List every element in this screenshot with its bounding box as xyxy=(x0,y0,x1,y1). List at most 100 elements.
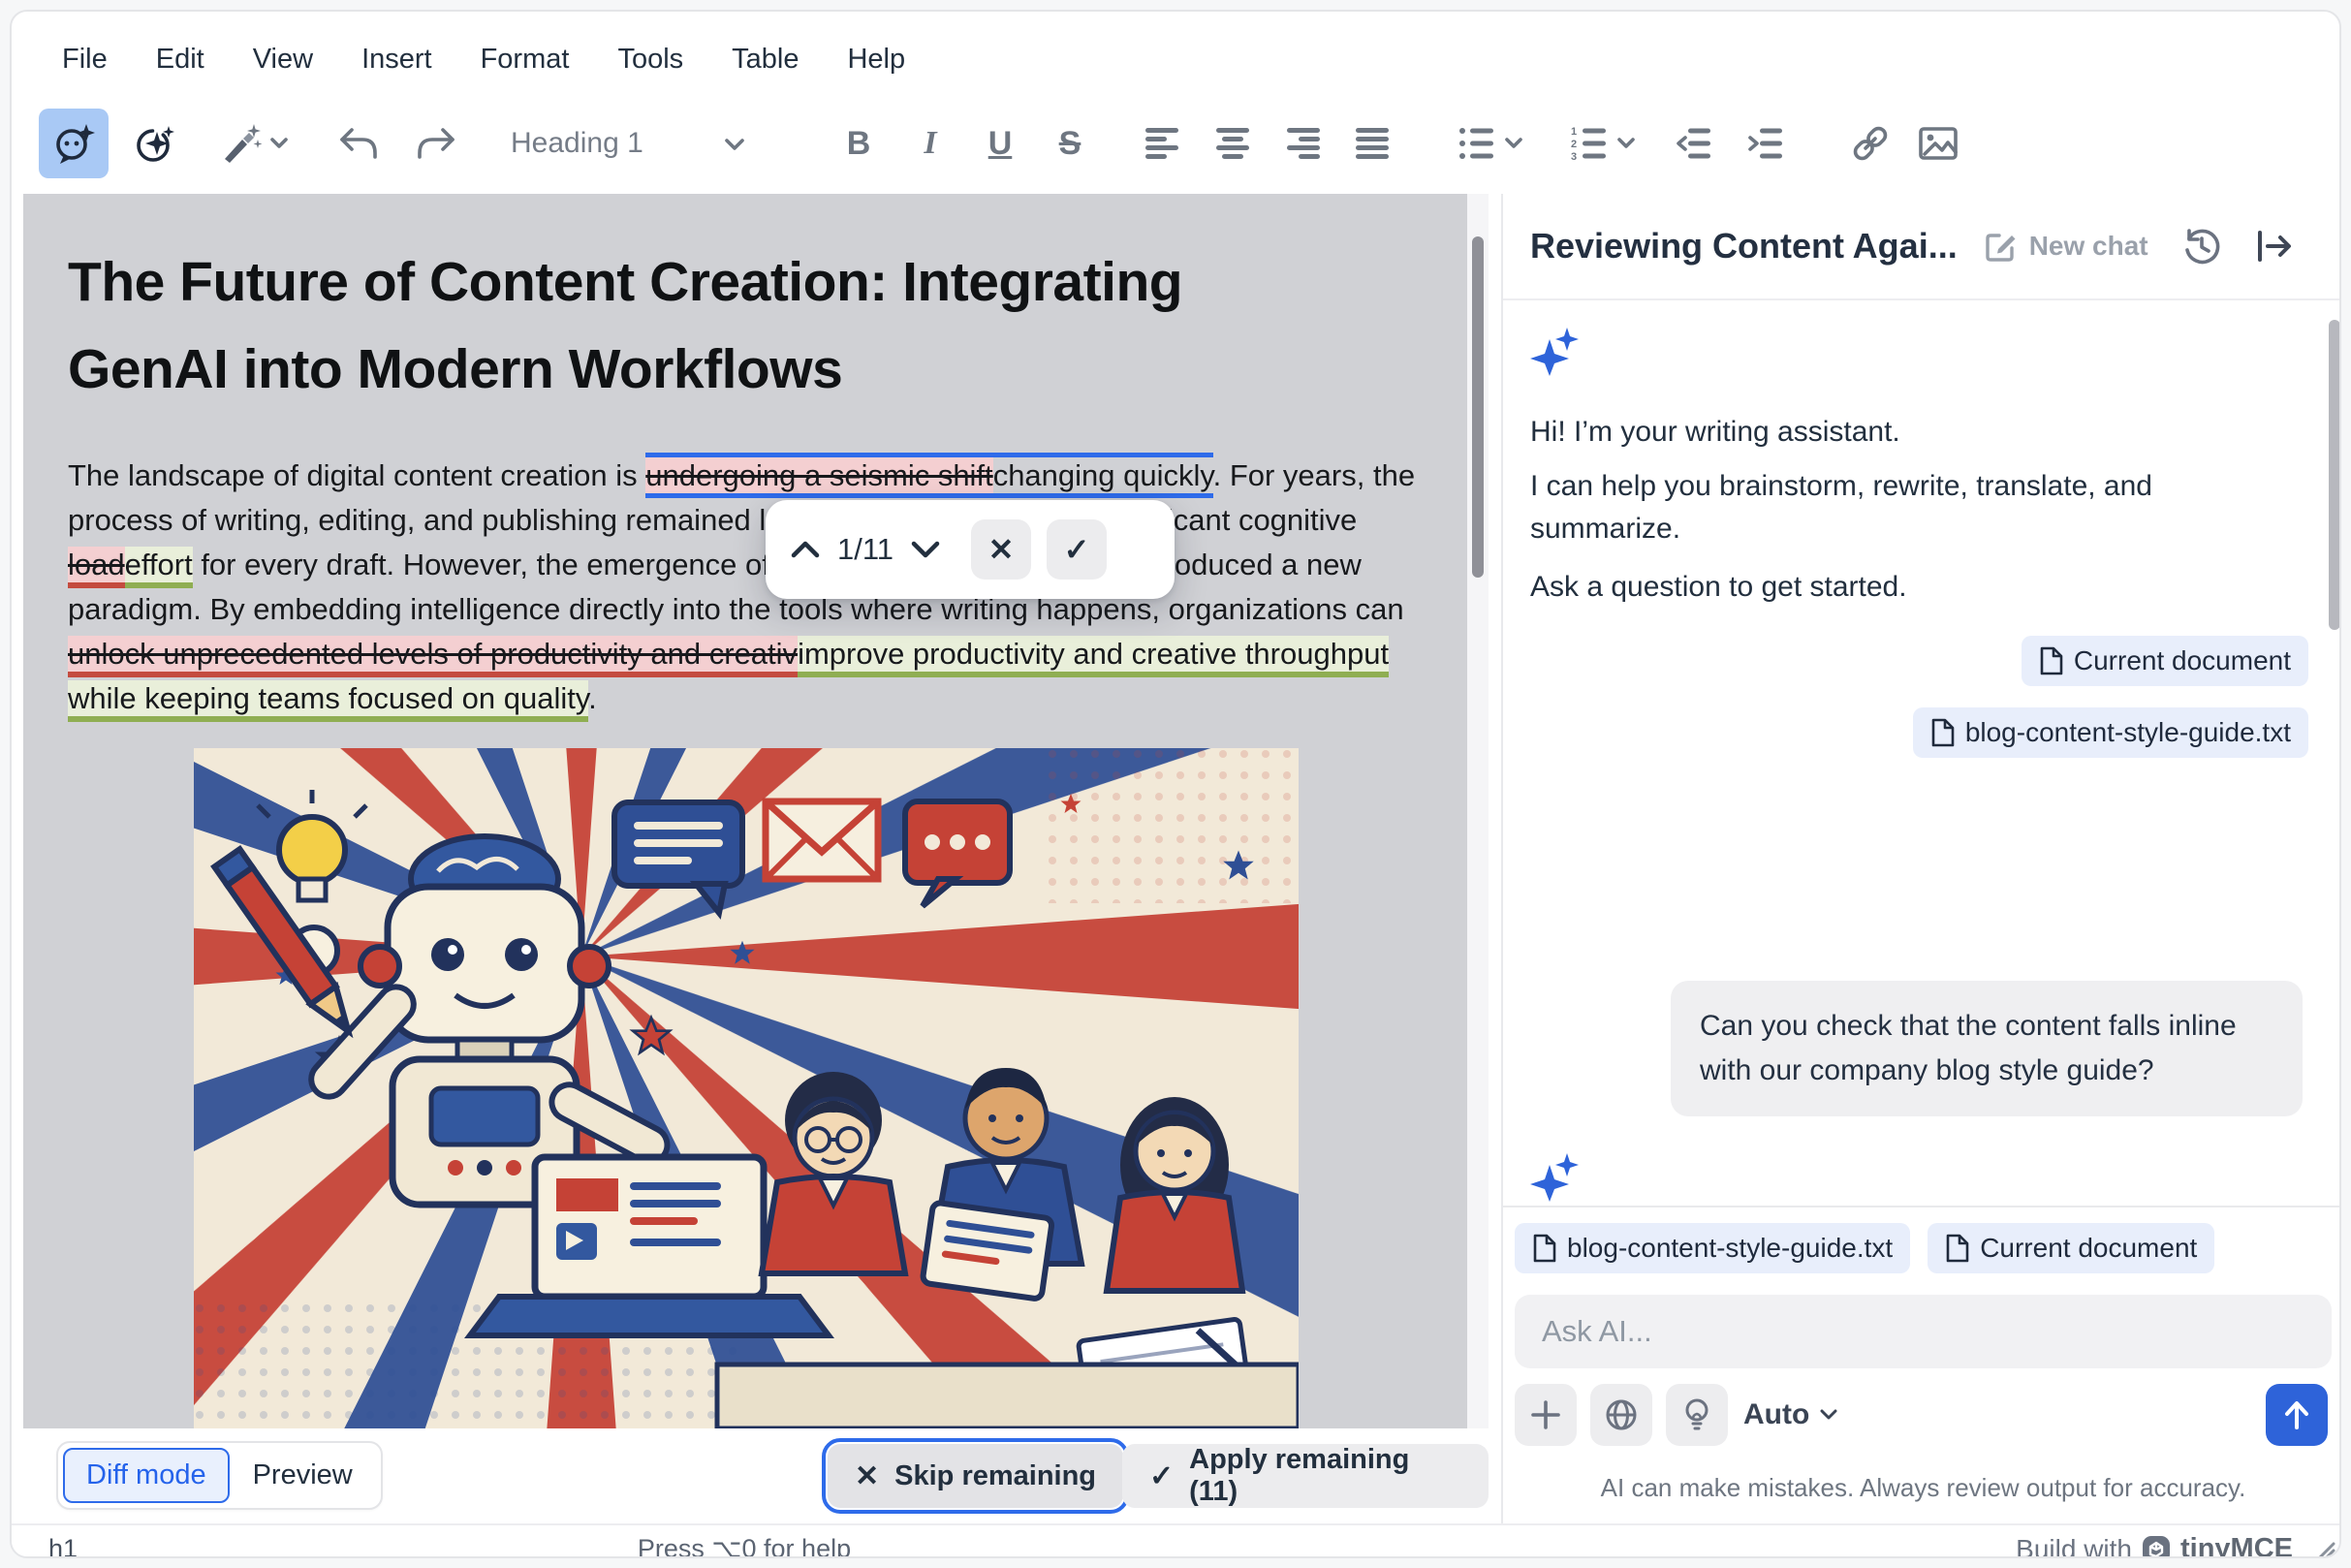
align-justify-button[interactable] xyxy=(1337,109,1407,178)
web-search-button[interactable] xyxy=(1590,1384,1652,1446)
context-chip-current-document[interactable]: Current document xyxy=(2022,636,2308,686)
diff-segment[interactable]: effort xyxy=(125,547,193,588)
diff-segment[interactable]: undergoing a seismic shift xyxy=(645,453,992,498)
skip-remaining-button[interactable]: ✕ Skip remaining xyxy=(828,1444,1123,1508)
redo-button[interactable] xyxy=(401,109,471,178)
view-mode-toggle: Diff mode Preview xyxy=(56,1441,383,1510)
check-icon: ✓ xyxy=(1149,1459,1174,1493)
conversation-title: Reviewing Content Agai... xyxy=(1530,226,1958,267)
align-left-icon xyxy=(1144,124,1182,163)
diff-segment[interactable]: changing quickly xyxy=(993,453,1213,498)
image-icon xyxy=(1917,122,1959,165)
document-title[interactable]: The Future of Content Creation: Integrat… xyxy=(68,238,1182,413)
document-title-line1: The Future of Content Creation: Integrat… xyxy=(68,238,1182,326)
branding[interactable]: Build with tinyMCE xyxy=(2016,1533,2293,1558)
new-chat-label: New chat xyxy=(2029,231,2148,262)
ask-ai-input[interactable] xyxy=(1515,1295,2332,1368)
reject-diff-button[interactable]: ✕ xyxy=(971,519,1031,580)
menu-help[interactable]: Help xyxy=(831,36,921,83)
svg-text:3: 3 xyxy=(1571,151,1577,163)
chip-label: Current document xyxy=(2074,645,2291,676)
undo-button[interactable] xyxy=(324,109,393,178)
mode-select[interactable]: Auto xyxy=(1743,1384,1838,1446)
previous-diff-button[interactable] xyxy=(789,539,822,560)
block-format-select[interactable]: Heading 1 xyxy=(501,109,755,178)
help-shortcut-text: Press ⌥0 for help xyxy=(12,1534,1477,1558)
new-chat-button[interactable]: New chat xyxy=(1983,228,2148,265)
document-title-line2: GenAI into Modern Workflows xyxy=(68,326,1182,413)
bold-icon: B xyxy=(847,125,871,163)
chat-input-panel: blog-content-style-guide.txt Current doc… xyxy=(1503,1206,2341,1523)
input-chip-current-document[interactable]: Current document xyxy=(1928,1223,2214,1273)
format-with-ai-button[interactable] xyxy=(202,109,304,178)
numbered-list-button[interactable]: 1 2 3 xyxy=(1552,109,1653,178)
redo-icon xyxy=(414,122,458,165)
menu-edit[interactable]: Edit xyxy=(141,36,220,83)
menu-table[interactable]: Table xyxy=(716,36,814,83)
send-button[interactable] xyxy=(2266,1384,2328,1446)
check-icon: ✓ xyxy=(1064,531,1090,568)
link-button[interactable] xyxy=(1835,109,1905,178)
menubar: File Edit View Insert Format Tools Table… xyxy=(47,33,921,85)
diff-mode-button[interactable]: Diff mode xyxy=(63,1448,230,1503)
sidebar-scrollbar-thumb[interactable] xyxy=(2329,320,2340,630)
context-chip-style-guide[interactable]: blog-content-style-guide.txt xyxy=(1913,707,2308,758)
italic-button[interactable]: I xyxy=(895,109,965,178)
mode-label: Auto xyxy=(1743,1398,1809,1431)
menu-insert[interactable]: Insert xyxy=(346,36,448,83)
block-format-label: Heading 1 xyxy=(511,127,643,160)
paragraph-text: . xyxy=(588,681,597,715)
collapse-sidebar-button[interactable] xyxy=(2253,229,2294,264)
bullet-list-button[interactable] xyxy=(1440,109,1541,178)
outdent-button[interactable] xyxy=(1659,109,1729,178)
preview-button[interactable]: Preview xyxy=(230,1450,376,1501)
chevron-down-icon xyxy=(1819,1408,1838,1422)
numbered-list-icon: 1 2 3 xyxy=(1570,124,1609,163)
strikethrough-button[interactable]: S xyxy=(1035,109,1105,178)
ai-assistant-button[interactable] xyxy=(39,109,109,178)
ai-shortcuts-button[interactable] xyxy=(120,109,190,178)
indent-icon xyxy=(1746,124,1785,163)
align-right-button[interactable] xyxy=(1268,109,1337,178)
resize-handle[interactable] xyxy=(2312,1536,2335,1558)
menu-file[interactable]: File xyxy=(47,36,123,83)
svg-text:2: 2 xyxy=(1571,139,1577,150)
input-chip-style-guide[interactable]: blog-content-style-guide.txt xyxy=(1515,1223,1910,1273)
user-message-bubble: Can you check that the content falls inl… xyxy=(1671,981,2303,1116)
accept-diff-button[interactable]: ✓ xyxy=(1047,519,1107,580)
diff-segment[interactable]: unlock unprecedented levels of productiv… xyxy=(68,636,798,677)
next-diff-button[interactable] xyxy=(909,539,942,560)
editor-scrollbar-thumb[interactable] xyxy=(1472,236,1484,578)
underline-button[interactable]: U xyxy=(965,109,1035,178)
insert-image-button[interactable] xyxy=(1903,109,1973,178)
bullet-list-icon xyxy=(1458,124,1496,163)
apply-remaining-label: Apply remaining (11) xyxy=(1189,1444,1461,1508)
diff-action-bar: Diff mode Preview ✕ Skip remaining ✓ App… xyxy=(23,1428,1489,1523)
document-paragraph[interactable]: The landscape of digital content creatio… xyxy=(68,454,1436,721)
paragraph-text: for every draft. However, the emergence … xyxy=(68,548,1404,626)
diff-navigator-popup: 1/11 ✕ ✓ xyxy=(766,500,1175,599)
editor-scrollbar-track[interactable] xyxy=(1467,194,1489,1428)
send-arrow-icon xyxy=(2281,1398,2312,1431)
add-attachment-button[interactable] xyxy=(1515,1384,1577,1446)
indent-button[interactable] xyxy=(1731,109,1801,178)
bold-button[interactable]: B xyxy=(824,109,893,178)
align-center-button[interactable] xyxy=(1198,109,1268,178)
editor-content-area[interactable]: The Future of Content Creation: Integrat… xyxy=(23,194,1489,1428)
menu-view[interactable]: View xyxy=(237,36,329,83)
chip-label: blog-content-style-guide.txt xyxy=(1965,717,2291,748)
ideas-button[interactable] xyxy=(1666,1384,1728,1446)
align-center-icon xyxy=(1213,124,1252,163)
apply-remaining-button[interactable]: ✓ Apply remaining (11) xyxy=(1122,1444,1489,1508)
chip-label: Current document xyxy=(1980,1233,2197,1264)
document-illustration[interactable] xyxy=(194,748,1299,1428)
menu-tools[interactable]: Tools xyxy=(602,36,699,83)
app-window: File Edit View Insert Format Tools Table… xyxy=(10,10,2341,1558)
history-button[interactable] xyxy=(2181,226,2222,267)
diff-counter: 1/11 xyxy=(837,532,893,567)
chevron-down-icon xyxy=(1616,137,1636,150)
align-left-button[interactable] xyxy=(1128,109,1198,178)
menu-format[interactable]: Format xyxy=(465,36,585,83)
magic-wand-icon xyxy=(217,120,264,167)
diff-segment[interactable]: load xyxy=(68,547,125,588)
